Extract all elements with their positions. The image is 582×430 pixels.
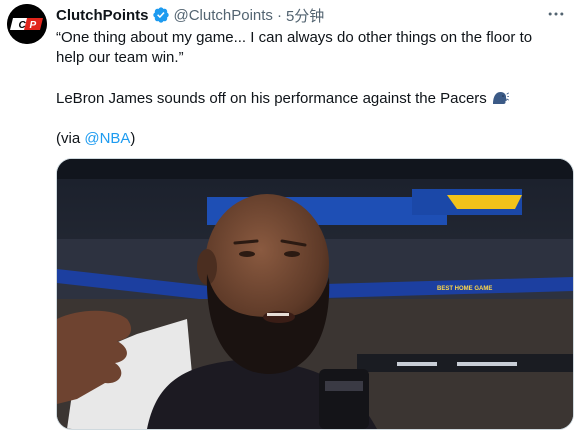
author-handle[interactable]: @ClutchPoints — [174, 7, 273, 24]
timestamp[interactable]: 5分钟 — [286, 5, 324, 26]
mention-link[interactable]: @NBA — [84, 130, 130, 147]
tweet-text-line: LeBron James sounds off on his performan… — [56, 88, 566, 109]
tweet: C P ClutchPoints @ClutchPoints · 5分钟 “On… — [0, 0, 582, 430]
via-suffix: ) — [130, 130, 136, 147]
clutchpoints-logo-icon: C P — [7, 4, 47, 44]
tweet-text: “One thing about my game... I can always… — [56, 28, 566, 149]
tweet-text-line: “One thing about my game... I can always… — [56, 29, 533, 46]
line-break — [56, 68, 566, 88]
line-break — [56, 109, 566, 129]
tweet-text-line: help our team win.” — [56, 49, 184, 66]
tweet-text-fragment: LeBron James sounds off on his performan… — [56, 90, 487, 107]
more-horizontal-icon — [548, 12, 564, 16]
author-name[interactable]: ClutchPoints — [56, 7, 149, 24]
tweet-text-line: (via @NBA) — [56, 129, 566, 149]
via-prefix: (via — [56, 130, 85, 147]
video-thumbnail: BEST HOME GAME — [57, 159, 573, 429]
more-options-button[interactable] — [544, 4, 568, 24]
verified-badge-icon — [152, 6, 170, 24]
separator-dot: · — [276, 6, 282, 24]
svg-text:P: P — [30, 20, 37, 31]
tweet-media-video[interactable]: BEST HOME GAME — [56, 158, 574, 430]
arena-banner-text: BEST HOME GAME — [437, 286, 492, 292]
author-avatar[interactable]: C P — [7, 4, 47, 44]
speaking-head-emoji-icon — [491, 88, 509, 106]
tweet-header: ClutchPoints @ClutchPoints · 5分钟 — [56, 5, 324, 25]
svg-text:C: C — [19, 20, 27, 31]
